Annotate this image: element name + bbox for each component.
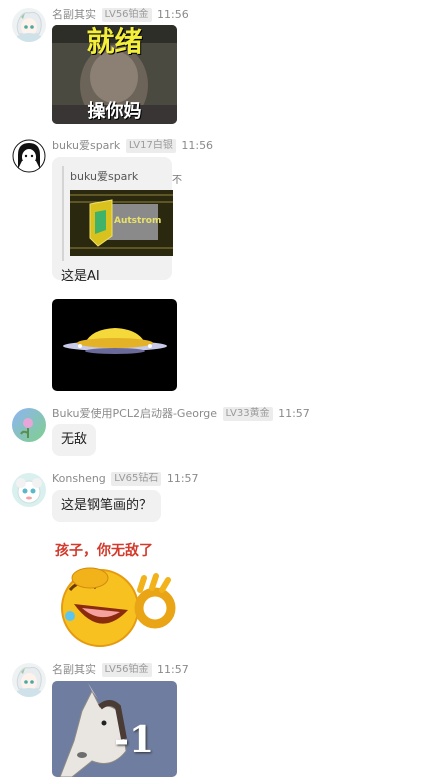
avatar[interactable] xyxy=(12,663,46,697)
meme-image[interactable]: 就绪 操你妈 xyxy=(52,25,177,124)
sender-name[interactable]: Konsheng xyxy=(52,472,106,485)
message-bubble[interactable]: 无敌 xyxy=(52,424,97,456)
message-text: 这是AI xyxy=(61,269,100,284)
avatar[interactable] xyxy=(12,408,46,442)
ufo-sticker[interactable] xyxy=(52,299,177,391)
image-top-text: 就绪 xyxy=(86,25,143,58)
timestamp: 11:57 xyxy=(157,663,189,676)
level-badge: LV17白银 xyxy=(125,139,176,153)
message-text: 这是钢笔画的？ xyxy=(61,498,153,513)
quoted-image[interactable]: Autstrom xyxy=(70,190,173,256)
quoted-sender: buku爱spark xyxy=(70,170,139,183)
level-badge: LV56铂金 xyxy=(101,663,152,677)
avatar[interactable] xyxy=(12,8,46,42)
quoted-preview-text: 不 xyxy=(172,175,182,186)
timestamp: 11:57 xyxy=(166,472,199,485)
quoted-image-text: Autstrom xyxy=(114,216,162,226)
sender-name[interactable]: buku爱spark xyxy=(52,139,120,152)
timestamp: 11:56 xyxy=(157,8,189,21)
horse-sticker[interactable]: -1 xyxy=(52,681,177,777)
message-header: Buku爱使用PCL2启动器-George LV33黄金 11:57 xyxy=(52,406,310,422)
image-bottom-text: 操你妈 xyxy=(87,101,142,122)
avatar[interactable] xyxy=(12,473,46,507)
level-badge: LV56铂金 xyxy=(101,8,152,22)
sender-name[interactable]: 名副其实 xyxy=(52,8,96,21)
message-text: 无敌 xyxy=(61,432,88,447)
message-header: 名副其实 LV56铂金 11:57 xyxy=(52,662,189,678)
message-header: 名副其实 LV56铂金 11:56 xyxy=(52,7,189,23)
message-header: buku爱spark LV17白银 11:56 xyxy=(52,138,213,154)
emoji-sticker[interactable]: 孩子，你无敌了 xyxy=(52,528,177,648)
quoted-message[interactable]: buku爱spark 不 Autstrom xyxy=(62,166,182,261)
sender-name[interactable]: 名副其实 xyxy=(52,663,96,676)
timestamp: 11:57 xyxy=(278,407,310,420)
sender-name[interactable]: Buku爱使用PCL2启动器-George xyxy=(52,407,217,420)
timestamp: 11:56 xyxy=(181,139,214,152)
level-badge: LV33黄金 xyxy=(222,407,273,421)
message-bubble[interactable]: 这是钢笔画的？ xyxy=(52,490,162,522)
sticker-caption: -1 xyxy=(114,719,154,761)
message-header: Konsheng LV65钻石 11:57 xyxy=(52,471,199,487)
avatar[interactable] xyxy=(12,139,46,173)
level-badge: LV65钻石 xyxy=(111,472,162,486)
